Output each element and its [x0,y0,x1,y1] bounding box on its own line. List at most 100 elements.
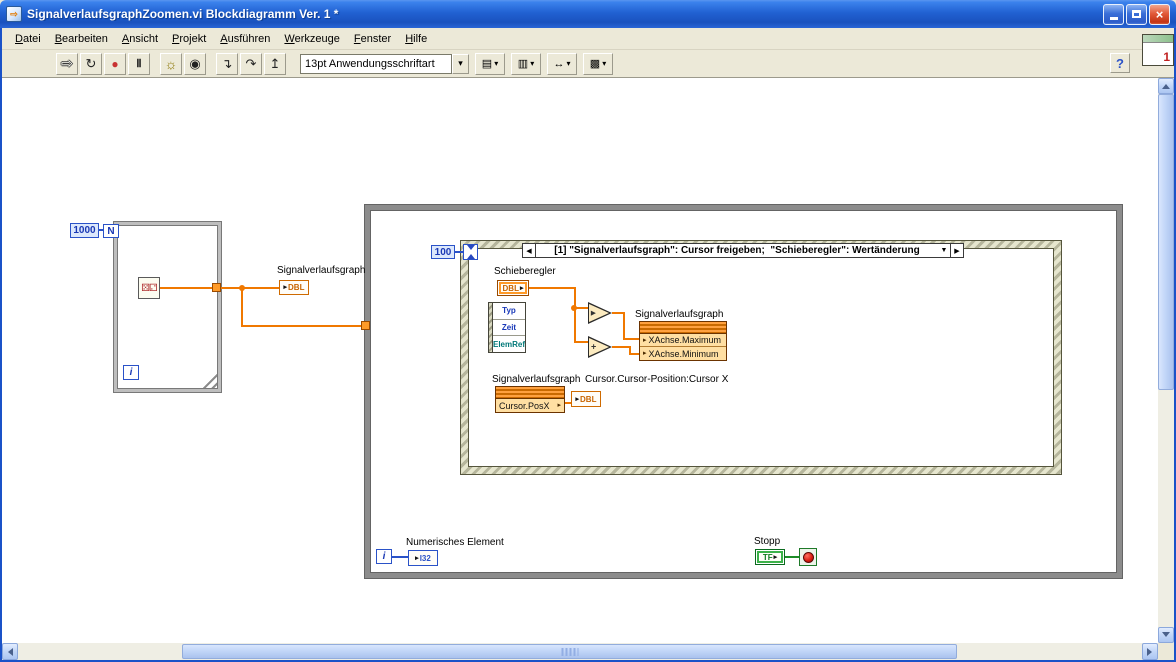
event-selector[interactable]: ◀ [1] "Signalverlaufsgraph": Cursor frei… [522,243,964,258]
compare-node-icon: ▸ [591,307,596,318]
step-over-button[interactable]: ↷ [240,52,262,75]
scroll-left-button[interactable] [2,643,18,660]
run-button[interactable]: ⇨ [56,52,78,75]
menu-ansicht[interactable]: Ansicht [115,30,165,48]
lightbulb-icon: ☼ [164,55,178,72]
terminal-type: DBL [580,394,597,404]
wire-timeout[interactable] [455,251,463,253]
menu-bearbeiten[interactable]: Bearbeiten [48,30,115,48]
step-out-button[interactable]: ↥ [264,52,286,75]
maximize-button[interactable] [1126,3,1147,25]
menu-ausfuehren[interactable]: Ausführen [213,30,277,48]
font-selector-value[interactable]: 13pt Anwendungsschriftart [300,53,452,74]
horizontal-scroll-thumb[interactable] [182,644,957,659]
chevron-down-icon[interactable]: ▾ [452,53,469,74]
wire-stop[interactable] [785,556,799,558]
loop-condition-terminal[interactable] [799,548,817,566]
property-item-xmin[interactable]: ▸ XAchse.Minimum [640,347,726,360]
timeout-constant[interactable]: 100 [431,245,455,259]
event-structure-frame [468,248,1054,467]
wire-random-out[interactable] [160,287,212,289]
slider-control-terminal[interactable]: DBL ▸ [497,280,529,296]
timeout-hourglass-icon[interactable] [463,244,478,260]
horizontal-scrollbar[interactable] [2,643,1158,660]
maximize-icon [1132,10,1141,18]
vi-icon-art [1143,35,1173,43]
wire-to-xmin[interactable] [629,353,639,355]
scroll-down-button[interactable] [1158,627,1174,643]
event-prev-button[interactable]: ◀ [523,244,536,257]
add-node[interactable]: + [588,336,612,358]
event-next-button[interactable]: ▶ [950,244,963,257]
chevron-down-icon[interactable]: ▼ [938,244,950,257]
close-button[interactable]: × [1149,3,1170,25]
wire-iteration[interactable] [392,556,408,558]
vi-icon-button[interactable]: 1 [1142,34,1174,66]
vertical-scrollbar[interactable] [1158,78,1174,643]
menu-datei[interactable]: Datei [8,30,48,48]
stop-control-terminal[interactable]: TF ▸ [755,549,785,565]
align-objects-dropdown[interactable]: ▤ ▾ [475,52,505,75]
highlight-execution-button[interactable]: ☼ [160,52,182,75]
minimize-button[interactable] [1103,3,1124,25]
help-button[interactable]: ? [1110,53,1130,73]
wire-to-graph-indicator[interactable] [221,287,279,289]
terminal-type: TF [762,552,773,562]
for-loop-output-tunnel[interactable] [212,283,221,292]
font-selector[interactable]: 13pt Anwendungsschriftart ▾ [300,53,469,74]
menu-hilfe[interactable]: Hilfe [398,30,434,48]
event-data-item[interactable]: ElemRef [493,336,525,352]
run-continuous-button[interactable]: ↻ [80,52,102,75]
scroll-right-button[interactable] [1142,643,1158,660]
graph-indicator-terminal[interactable]: ▸ DBL [279,280,309,295]
numeric-indicator-label: Numerisches Element [406,537,504,548]
axis-property-node-label: Signalverlaufsgraph [635,309,724,320]
cursor-indicator-terminal[interactable]: ▸ DBL [571,391,601,407]
menu-werkzeuge[interactable]: Werkzeuge [277,30,346,48]
cleanup-diagram-dropdown[interactable]: ▩ ▾ [583,52,613,75]
property-item-cursor-posx[interactable]: Cursor.PosX ▸ [496,399,564,412]
property-item-xmax[interactable]: ▸ XAchse.Maximum [640,334,726,347]
wire-add-out[interactable] [612,346,630,348]
cursor-property-node[interactable]: Cursor.PosX ▸ [495,386,565,413]
axis-property-node[interactable]: ▸ XAchse.Maximum ▸ XAchse.Minimum [639,321,727,361]
numeric-indicator-terminal[interactable]: ▸ I32 [408,550,438,566]
loop-count-constant[interactable]: 1000 [70,223,99,238]
random-number-node[interactable]: ⚄⚁ [138,277,160,299]
block-diagram[interactable]: ◀ [1] "Signalverlaufsgraph": Cursor frei… [2,78,1158,643]
wire-to-add-node[interactable] [574,341,588,343]
menu-fenster[interactable]: Fenster [347,30,398,48]
abort-button[interactable]: ● [104,52,126,75]
step-into-button[interactable]: ↴ [216,52,238,75]
step-into-icon: ↴ [221,55,233,71]
event-data-node[interactable]: Typ Zeit ElemRef [488,302,526,353]
distribute-objects-icon: ▥ [517,58,529,70]
wire-slider-out[interactable] [529,287,575,289]
add-node-icon: + [591,341,597,352]
menu-projekt[interactable]: Projekt [165,30,213,48]
retain-wire-values-button[interactable]: ◉ [184,52,206,75]
scroll-up-button[interactable] [1158,78,1174,94]
graph-indicator-label: Signalverlaufsgraph [277,265,366,276]
terminal-type: DBL [288,283,305,292]
minimize-icon [1109,17,1118,20]
while-loop-input-tunnel[interactable] [361,321,370,330]
align-objects-icon: ▤ [481,58,493,70]
distribute-objects-dropdown[interactable]: ▥ ▾ [511,52,541,75]
wire-compare-down[interactable] [623,312,625,340]
event-data-item[interactable]: Zeit [492,320,525,337]
pause-button[interactable]: Ⅱ [128,52,150,75]
compare-node[interactable]: ▸ [588,302,612,324]
wire-to-xmax[interactable] [623,338,639,340]
wire-slider-down[interactable] [574,287,576,343]
while-loop-iteration-terminal[interactable]: i [376,549,392,564]
property-node-class-bar [640,322,726,334]
chevron-down-icon: ▾ [602,59,607,68]
loop-count-terminal[interactable]: N [103,224,119,238]
resize-objects-dropdown[interactable]: ↔ ▾ [547,52,577,75]
for-loop-iteration-terminal[interactable]: i [123,365,139,380]
wire-branch-right[interactable] [241,325,362,327]
wire-branch-down[interactable] [241,287,243,327]
vertical-scroll-thumb[interactable] [1158,94,1174,390]
event-data-item[interactable]: Typ [492,303,525,320]
